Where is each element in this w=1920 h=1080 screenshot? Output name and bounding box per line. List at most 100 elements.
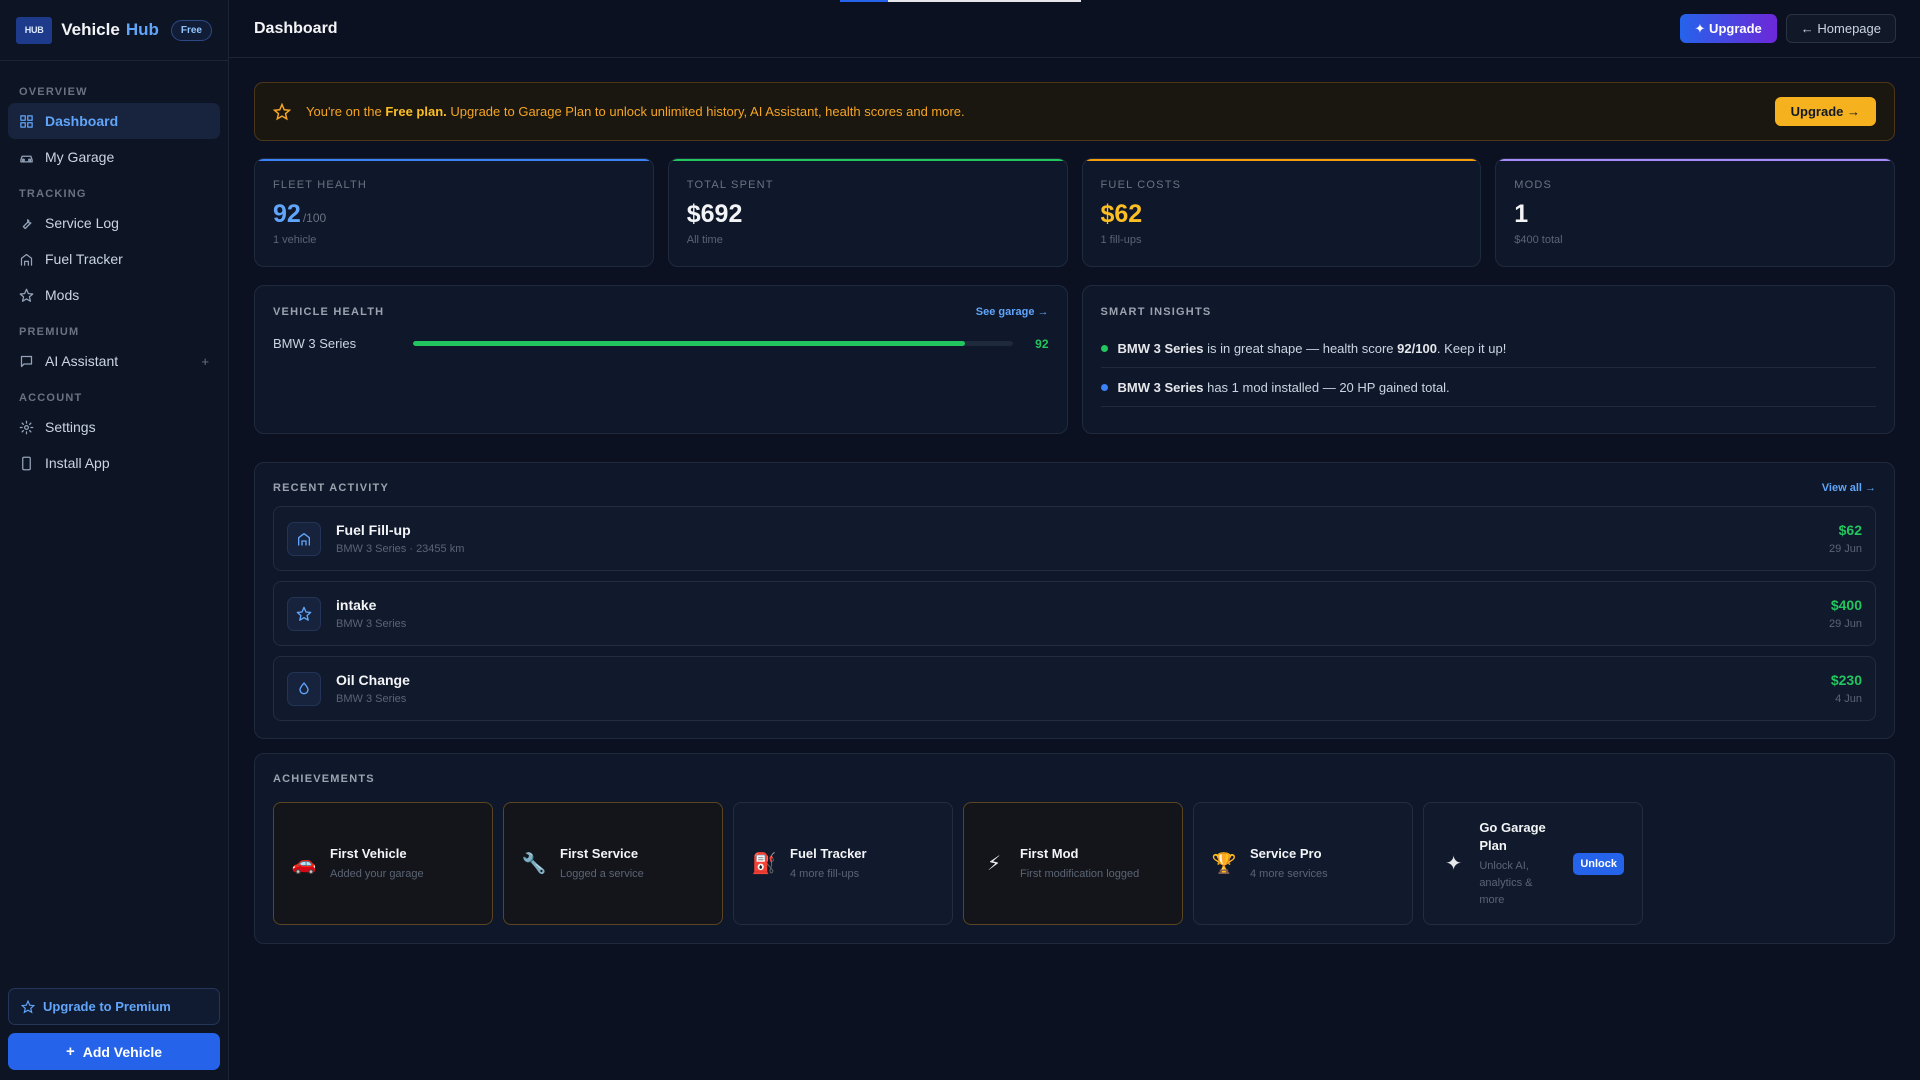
insight-item: BMW 3 Series has 1 mod installed — 20 HP… — [1100, 368, 1876, 407]
smart-insights-title: SMART INSIGHTS — [1100, 306, 1212, 318]
sidebar-item-dashboard[interactable]: Dashboard — [8, 103, 220, 139]
achievements-card: ACHIEVEMENTS 🚗 First Vehicle Added your ga… — [254, 753, 1895, 944]
fuel-icon — [298, 532, 310, 546]
unlock-button[interactable]: Unlock — [1573, 852, 1624, 875]
nav-section-label: ACCOUNT — [19, 392, 83, 404]
achievement-card: 🏆 Service Pro 4 more services — [1193, 802, 1413, 925]
stat-label: FUEL COSTS — [1100, 179, 1182, 191]
activity-icon-box — [287, 521, 321, 556]
achievement-subtitle: Logged a service — [560, 867, 644, 880]
achievement-title: First Mod — [1020, 845, 1079, 861]
stat-subtext: All time — [686, 234, 723, 246]
activity-amount: $230 — [1830, 672, 1862, 688]
sidebar-item-label: My Garage — [45, 149, 115, 165]
lightning-icon: ⚡ — [986, 853, 1002, 875]
insight-item: BMW 3 Series is in great shape — health … — [1100, 329, 1876, 368]
sidebar-item-mods[interactable]: Mods — [8, 277, 220, 313]
activity-row[interactable]: Fuel Fill-up BMW 3 Series · 23455 km $62 29… — [273, 506, 1876, 571]
brand-name: Vehicle — [61, 20, 120, 39]
activity-row[interactable]: intake BMW 3 Series $400 29 Jun — [273, 581, 1876, 646]
achievement-subtitle: Unlock AI, analytics & more — [1479, 859, 1533, 906]
upgrade-premium-label: Upgrade to Premium — [43, 999, 171, 1014]
stat-value: $62 — [1100, 200, 1143, 228]
stat-label: MODS — [1514, 179, 1553, 191]
sidebar-item-label: Mods — [45, 287, 80, 303]
plan-badge: Free — [170, 19, 212, 41]
activity-icon-box — [287, 671, 321, 706]
add-vehicle-button[interactable]: + Add Vehicle — [8, 1033, 220, 1070]
stat-subtext: $400 total — [1514, 234, 1563, 246]
grid-icon — [20, 114, 33, 128]
upgrade-button[interactable]: ✦ Upgrade — [1679, 14, 1777, 43]
activity-subtitle: BMW 3 Series — [336, 693, 407, 705]
plus-icon: + — [65, 1043, 75, 1060]
health-bar-fill — [413, 341, 966, 346]
sidebar-item-ai-assistant[interactable]: AI Assistant + — [8, 343, 220, 379]
activity-row[interactable]: Oil Change BMW 3 Series $230 4 Jun — [273, 656, 1876, 721]
achievement-title: First Vehicle — [330, 845, 407, 861]
achievement-title: Service Pro — [1250, 845, 1322, 861]
banner-text: You're on the Free plan. Upgrade to Gara… — [306, 104, 965, 119]
stat-value: 1 — [1514, 200, 1529, 228]
activity-icon-box — [287, 596, 321, 631]
view-all-link[interactable]: View all → — [1822, 482, 1876, 494]
achievement-card: 🔧 First Service Logged a service — [503, 802, 723, 925]
stat-value: $692 — [686, 200, 743, 228]
homepage-button[interactable]: ← Homepage — [1785, 14, 1896, 43]
achievement-subtitle: 4 more fill-ups — [790, 867, 860, 880]
stat-label: FLEET HEALTH — [273, 179, 368, 191]
upgrade-premium-button[interactable]: Upgrade to Premium — [8, 988, 220, 1025]
status-dot — [1100, 383, 1108, 391]
brand-accent: Hub — [125, 20, 159, 39]
activity-amount: $400 — [1830, 597, 1862, 613]
premium-badge: + — [201, 353, 209, 369]
health-score: 92 — [1035, 336, 1049, 351]
health-bar — [413, 341, 1014, 346]
phone-icon — [22, 456, 31, 470]
activity-date: 4 Jun — [1835, 693, 1862, 705]
status-dot — [1100, 344, 1108, 352]
see-garage-link[interactable]: See garage → — [976, 306, 1049, 318]
activity-subtitle: BMW 3 Series · 23455 km — [336, 543, 465, 555]
achievement-subtitle: Added your garage — [330, 867, 424, 880]
loading-progress-bar — [840, 0, 1081, 2]
activity-title: Fuel Fill-up — [336, 522, 411, 538]
activity-date: 29 Jun — [1828, 543, 1862, 555]
recent-activity-card: RECENT ACTIVITY View all → Fuel Fill-up BM… — [254, 462, 1895, 739]
trophy-icon: 🏆 — [1211, 853, 1237, 875]
sidebar-item-label: Install App — [45, 455, 110, 471]
star-icon — [273, 102, 291, 120]
sidebar-item-label: Fuel Tracker — [45, 251, 123, 267]
star-icon — [296, 606, 312, 621]
nav-section-label: TRACKING — [19, 188, 87, 200]
logo: HUB — [16, 16, 53, 44]
sidebar-item-fuel-tracker[interactable]: Fuel Tracker — [8, 241, 220, 277]
insight-text: BMW 3 Series has 1 mod installed — 20 HP… — [1117, 379, 1450, 395]
vehicle-health-card: VEHICLE HEALTH See garage → BMW 3 Series 9… — [254, 285, 1068, 434]
smart-insights-card: SMART INSIGHTS BMW 3 Series is in great … — [1081, 285, 1895, 434]
sidebar-item-install-app[interactable]: Install App — [8, 445, 220, 481]
vehicle-name: BMW 3 Series — [273, 336, 357, 351]
stat-card-mods: MODS 1 $400 total — [1495, 158, 1895, 267]
chat-icon — [20, 355, 33, 367]
achievement-title: Go Garage Plan — [1479, 819, 1546, 853]
star-icon — [19, 288, 34, 302]
sidebar-item-label: Dashboard — [45, 113, 119, 129]
stat-subtext: 1 fill-ups — [1100, 234, 1142, 246]
activity-amount: $62 — [1838, 522, 1862, 538]
sidebar-item-my-garage[interactable]: My Garage — [8, 139, 220, 175]
achievement-card: ⛽ Fuel Tracker 4 more fill-ups — [733, 802, 953, 925]
activity-date: 29 Jun — [1828, 618, 1862, 630]
main-content: Dashboard ✦ Upgrade ← Homepage You're on… — [229, 0, 1920, 1080]
achievement-card: ⚡ First Mod First modification logged — [963, 802, 1183, 925]
sparkle-icon: ✦ — [1445, 853, 1463, 875]
vehicle-health-title: VEHICLE HEALTH — [273, 306, 385, 318]
sidebar: HUB Vehicle Hub Free OVERVIEW Dashboard My… — [0, 0, 229, 1080]
sidebar-item-service-log[interactable]: Service Log — [8, 205, 220, 241]
stat-label: TOTAL SPENT — [686, 179, 774, 191]
sidebar-nav: OVERVIEW Dashboard My Garage TRACKING Servic… — [0, 61, 228, 481]
brand[interactable]: HUB Vehicle Hub Free — [0, 0, 228, 61]
banner-upgrade-button[interactable]: Upgrade → — [1774, 97, 1876, 126]
achievement-card: 🚗 First Vehicle Added your garage — [273, 802, 493, 925]
sidebar-item-settings[interactable]: Settings — [8, 409, 220, 445]
